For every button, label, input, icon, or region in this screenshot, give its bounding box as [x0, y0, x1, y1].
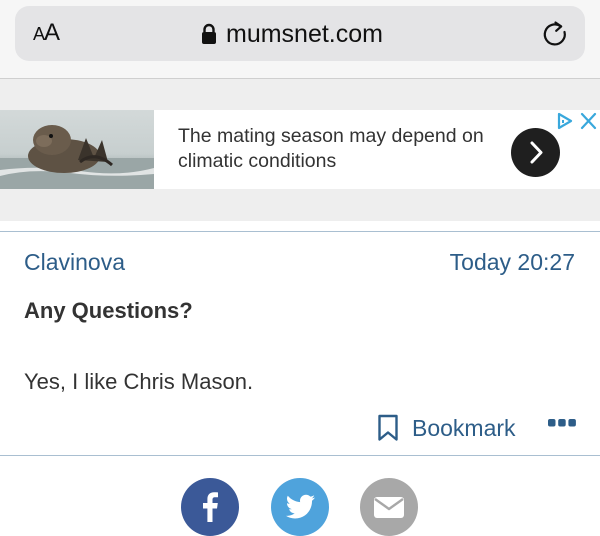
url-display[interactable]: mumsnet.com: [201, 18, 383, 50]
share-facebook-button[interactable]: [181, 478, 239, 536]
ad-area: The mating season may depend on climatic…: [0, 79, 600, 221]
browser-address-bar: AA mumsnet.com: [0, 0, 600, 79]
close-icon[interactable]: [579, 111, 598, 131]
share-email-button[interactable]: [360, 478, 418, 536]
post-timestamp-link[interactable]: Today 20:27: [450, 249, 575, 276]
twitter-icon: [285, 494, 315, 519]
facebook-icon: [203, 492, 218, 522]
text-size-button[interactable]: AA: [33, 19, 60, 47]
chevron-right-icon: [530, 141, 543, 164]
url-text: mumsnet.com: [226, 19, 383, 48]
post-author-link[interactable]: Clavinova: [24, 249, 125, 276]
post-divider-top: [0, 231, 600, 232]
ad-text[interactable]: The mating season may depend on climatic…: [178, 124, 498, 174]
ad-banner[interactable]: The mating season may depend on climatic…: [0, 110, 600, 189]
email-icon: [374, 497, 404, 518]
bookmark-button[interactable]: Bookmark: [377, 413, 516, 443]
post-body: Yes, I like Chris Mason.: [24, 369, 254, 394]
post-title: Any Questions?: [24, 298, 193, 323]
post-divider-bottom: [0, 455, 600, 456]
bookmark-icon: [378, 414, 398, 441]
url-field[interactable]: AA mumsnet.com: [15, 6, 585, 61]
share-twitter-button[interactable]: [271, 478, 329, 536]
bookmark-label: Bookmark: [412, 414, 516, 441]
ad-image-otter[interactable]: [0, 110, 154, 189]
adchoices-icon[interactable]: [555, 111, 575, 131]
reload-icon[interactable]: [541, 20, 569, 48]
ad-open-button[interactable]: [511, 128, 560, 177]
lock-icon: [202, 23, 216, 44]
more-dots-icon[interactable]: [548, 419, 576, 427]
